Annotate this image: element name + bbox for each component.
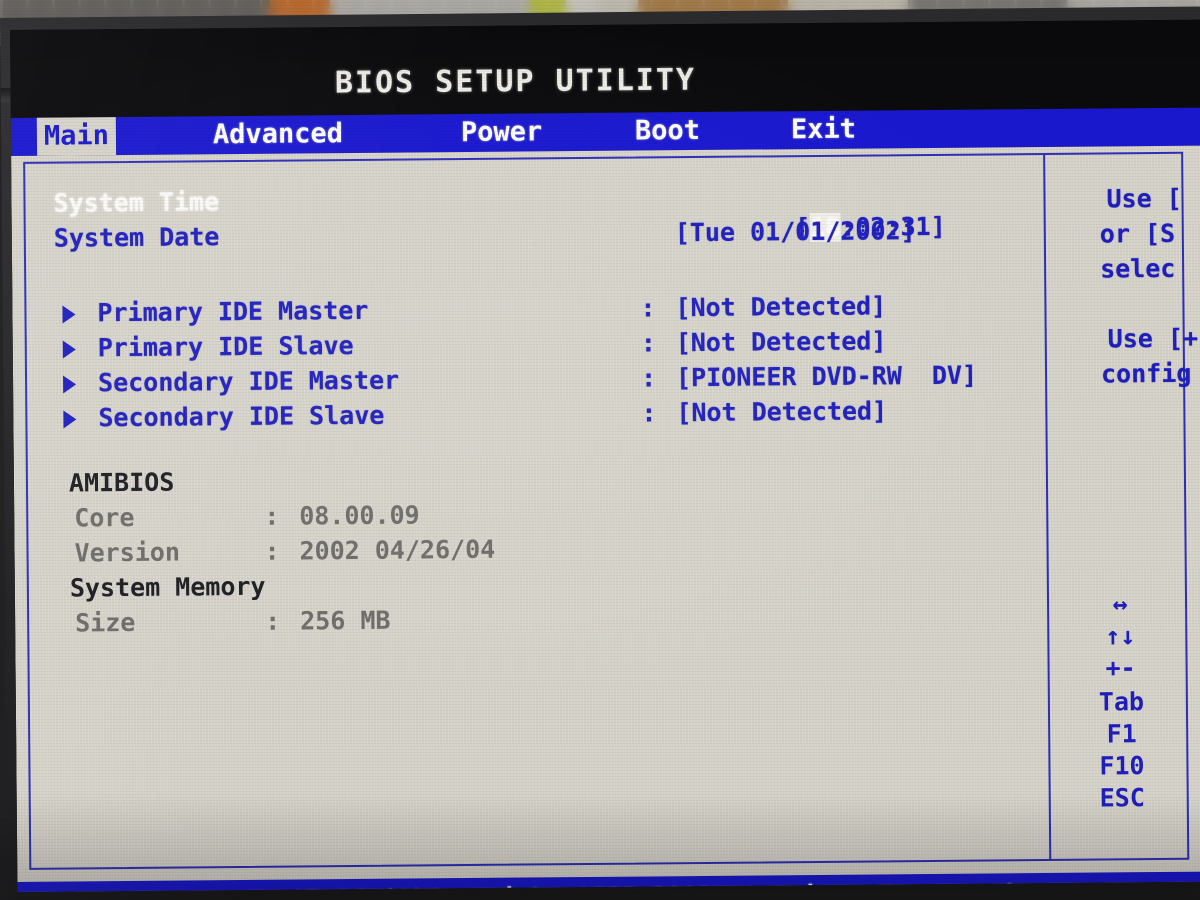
secondary-ide-slave-separator: : xyxy=(641,398,657,428)
legend-key-plus-minus: +- xyxy=(1105,653,1136,683)
system-date-value[interactable]: [Tue 01/01/2002] xyxy=(675,216,916,247)
tab-boot[interactable]: Boot xyxy=(628,112,707,151)
system-memory-size-value: 256 MB xyxy=(300,605,391,636)
tab-advanced[interactable]: Advanced xyxy=(206,115,350,154)
legend-key-arrows-vertical: ↑↓ xyxy=(1105,621,1136,651)
system-time-label[interactable]: System Time xyxy=(53,187,219,217)
legend-key-f1: F1 xyxy=(1106,719,1137,749)
primary-ide-master-label[interactable]: Primary IDE Master xyxy=(97,296,368,327)
amibios-core-separator: : xyxy=(264,501,280,531)
amibios-version-value: 2002 04/26/04 xyxy=(299,534,496,566)
tab-exit[interactable]: Exit xyxy=(784,111,863,150)
bios-screen: BIOS SETUP UTILITY Main Advanced Power B… xyxy=(10,19,1200,892)
amibios-version-label: Version xyxy=(74,537,181,568)
legend-key-esc: ESC xyxy=(1099,783,1145,813)
secondary-ide-master-label[interactable]: Secondary IDE Master xyxy=(98,366,399,398)
tab-power[interactable]: Power xyxy=(454,113,550,152)
help-line-5: config xyxy=(1100,358,1192,389)
amibios-core-label: Core xyxy=(74,502,135,533)
primary-ide-slave-value[interactable]: [Not Detected] xyxy=(676,326,887,357)
title-bar: BIOS SETUP UTILITY xyxy=(10,19,1200,120)
amibios-version-separator: : xyxy=(264,536,280,566)
legend-key-tab: Tab xyxy=(1098,687,1145,717)
primary-ide-slave-separator: : xyxy=(640,328,656,358)
system-memory-size-label: Size xyxy=(75,607,136,638)
main-panel: System Time [18:02:31] System Date [Tue … xyxy=(11,145,1200,892)
amibios-heading: AMIBIOS xyxy=(68,467,175,498)
secondary-ide-slave-label[interactable]: Secondary IDE Slave xyxy=(98,401,384,432)
primary-ide-master-value[interactable]: [Not Detected] xyxy=(675,291,886,322)
secondary-ide-master-value[interactable]: [PIONEER DVD-RW DV] xyxy=(676,361,977,393)
page-title: BIOS SETUP UTILITY xyxy=(334,62,697,101)
triangle-icon xyxy=(63,375,77,394)
amibios-core-value: 08.00.09 xyxy=(299,500,420,531)
system-memory-heading: System Memory xyxy=(69,571,266,603)
legend-key-f10: F10 xyxy=(1099,751,1145,781)
secondary-ide-master-separator: : xyxy=(640,363,657,393)
panel-frame xyxy=(23,151,1190,870)
secondary-ide-slave-value[interactable]: [Not Detected] xyxy=(676,396,887,427)
triangle-icon xyxy=(63,410,77,429)
system-date-label[interactable]: System Date xyxy=(54,222,220,252)
primary-ide-slave-label[interactable]: Primary IDE Slave xyxy=(98,331,354,362)
triangle-icon xyxy=(62,305,76,324)
triangle-icon xyxy=(62,340,76,359)
primary-ide-master-separator: : xyxy=(640,293,656,323)
system-memory-size-separator: : xyxy=(265,606,281,636)
tab-main[interactable]: Main xyxy=(36,117,117,156)
help-line-1: Use [ xyxy=(1106,183,1182,214)
help-line-4: Use [+ xyxy=(1107,323,1199,354)
help-line-2: or [S xyxy=(1099,218,1176,249)
legend-key-arrows-horizontal: ↔ xyxy=(1112,589,1128,619)
photograph-of-monitor: BIOS SETUP UTILITY Main Advanced Power B… xyxy=(0,0,1200,900)
help-line-3: selec xyxy=(1100,253,1176,284)
